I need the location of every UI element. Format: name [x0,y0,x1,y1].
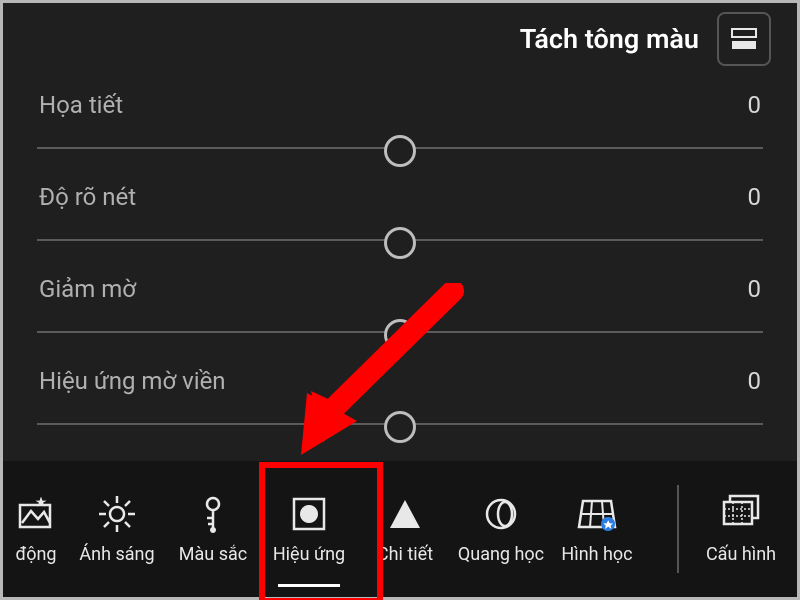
slider-value: 0 [748,91,762,119]
slider-track[interactable] [37,405,763,447]
slider-track[interactable] [37,129,763,171]
slider-label: Độ rõ nét [39,183,136,211]
toolbar-label: Cấu hình [706,544,776,565]
slider-thumb[interactable] [384,135,416,167]
slider-label: Hiệu ứng mờ viền [39,367,226,395]
toolbar-item-profiles[interactable]: Cấu hình [685,461,797,597]
light-icon [97,494,137,534]
split-tone-icon [731,28,757,50]
toolbar-label: Hiệu ứng [273,544,345,565]
split-tone-toggle-button[interactable] [717,12,771,66]
toolbar-item-light[interactable]: Ánh sáng [69,461,165,597]
slider-label: Họa tiết [39,91,123,119]
toolbar-item-auto[interactable]: động [3,461,69,597]
toolbar-label: Quang học [458,544,544,565]
detail-icon [387,494,423,534]
slider-clarity: Độ rõ nét 0 [37,171,763,263]
toolbar-label: Ánh sáng [79,544,154,565]
slider-value: 0 [748,183,762,211]
slider-thumb[interactable] [384,319,416,351]
slider-track[interactable] [37,313,763,355]
slider-texture: Họa tiết 0 [37,79,763,171]
active-underline [278,584,340,587]
geometry-icon [577,494,617,534]
toolbar-separator [677,485,679,573]
toolbar-label: Màu sắc [179,544,247,565]
color-icon [199,494,227,534]
toolbar-label: Chi tiết [377,544,433,565]
slider-thumb[interactable] [384,227,416,259]
slider-label: Giảm mờ [39,275,136,303]
toolbar-item-geometry[interactable]: Hình học [549,461,645,597]
bottom-toolbar: động [3,461,797,597]
toolbar-item-color[interactable]: Màu sắc [165,461,261,597]
toolbar-label: Hình học [561,544,632,565]
slider-value: 0 [748,275,762,303]
slider-thumb[interactable] [384,411,416,443]
section-title: Tách tông màu [520,23,699,55]
slider-dehaze: Giảm mờ 0 [37,263,763,355]
toolbar-item-detail[interactable]: Chi tiết [357,461,453,597]
optics-icon [483,494,519,534]
toolbar-item-optics[interactable]: Quang học [453,461,549,597]
profiles-icon [720,493,762,534]
slider-value: 0 [748,367,762,395]
slider-track[interactable] [37,221,763,263]
slider-vignette: Hiệu ứng mờ viền 0 [37,355,763,447]
toolbar-item-effects[interactable]: Hiệu ứng [261,461,357,597]
toolbar-label: động [15,544,56,565]
auto-icon [16,494,56,534]
effects-icon [291,494,327,534]
